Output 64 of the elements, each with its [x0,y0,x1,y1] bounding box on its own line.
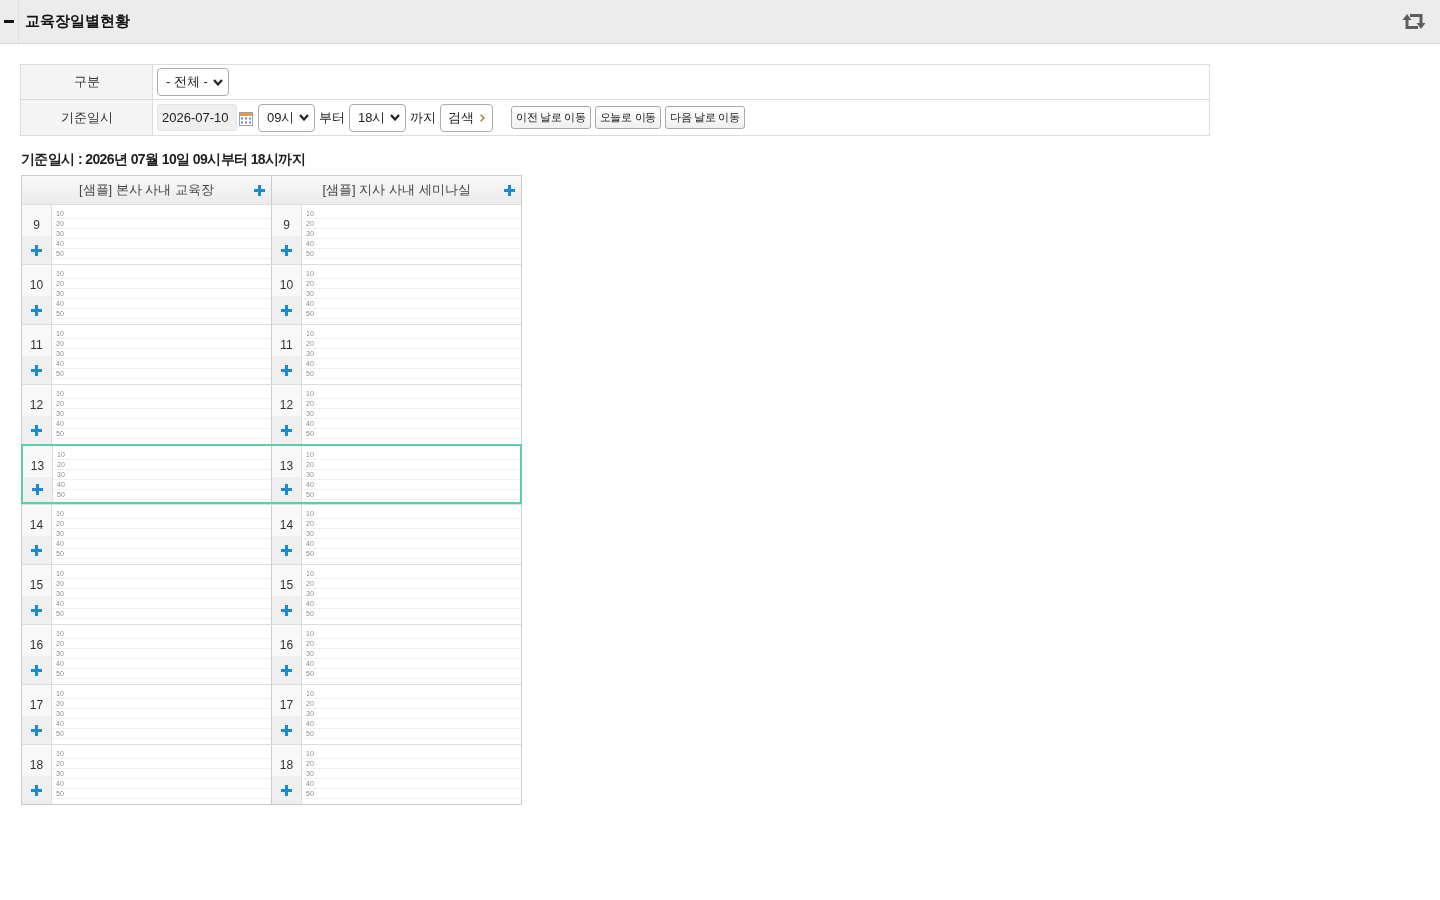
hour-label: 13 [30,458,45,475]
plus-icon[interactable] [31,784,42,796]
caret-icon [299,114,309,121]
caret-icon [390,114,400,121]
chevron-right-icon [480,113,485,122]
search-button[interactable]: 검색 [440,103,493,132]
plus-icon[interactable] [31,664,42,676]
plus-icon[interactable] [31,304,42,316]
room-name: [샘플] 지사 사내 세미나실 [321,181,472,200]
hour-label: 15 [279,577,294,594]
refresh-icon[interactable] [1402,13,1426,30]
hour-label: 18 [29,757,44,774]
hour-label: 15 [29,577,44,594]
date-nav-button[interactable]: 오늘로 이동 [594,106,661,129]
filter-label: 기준일시 [20,99,153,136]
page-title: 교육장일별현황 [25,11,130,32]
category-select[interactable]: - 전체 - [157,68,229,96]
caret-icon [213,78,223,86]
calendar-icon[interactable] [239,111,253,126]
hour-label: 12 [29,397,44,414]
room-name: [샘플] 본사 사내 교육장 [77,181,216,200]
hour-label: 17 [29,697,44,714]
hour-label: 11 [30,337,43,354]
plus-icon[interactable] [281,544,292,556]
plus-icon[interactable] [281,424,292,436]
hour-label: 9 [33,217,40,234]
hour-label: 17 [279,697,294,714]
plus-icon[interactable] [31,364,42,376]
plus-icon[interactable] [281,604,292,616]
date-nav-button[interactable]: 다음 날로 이동 [665,106,745,129]
hour-label: 13 [279,458,294,475]
range-label: 부터 [319,108,345,127]
hour-label: 9 [283,217,290,234]
plus-icon[interactable] [31,244,42,256]
hour-label: 10 [29,277,44,294]
summary-text: 기준일시 : 2026년 07월 10일 09시부터 18시까지 [21,150,306,168]
filter-label: 구분 [20,64,153,100]
plus-icon[interactable] [253,184,265,196]
plus-icon[interactable] [31,544,42,556]
plus-icon[interactable] [281,664,292,676]
plus-icon[interactable] [281,304,292,316]
hour-label: 14 [279,517,294,534]
plus-icon[interactable] [31,424,42,436]
hour-label: 18 [279,757,294,774]
date-nav-button[interactable]: 이전 날로 이동 [511,106,591,129]
range-label: 까지 [410,108,436,127]
plus-icon[interactable] [281,784,292,796]
hour-label: 10 [279,277,294,294]
plus-icon[interactable] [503,184,515,196]
plus-icon[interactable] [32,484,43,495]
date-field[interactable]: 2026-07-10 [157,104,237,131]
plus-icon[interactable] [281,244,292,256]
end-hour-select[interactable]: 18시 [349,103,406,132]
hour-label: 14 [29,517,44,534]
hour-label: 16 [29,637,44,654]
hour-label: 11 [280,337,293,354]
plus-icon[interactable] [281,484,292,495]
plus-icon[interactable] [31,724,42,736]
plus-icon[interactable] [31,604,42,616]
plus-icon[interactable] [281,724,292,736]
hour-label: 12 [279,397,294,414]
hour-label: 16 [279,637,294,654]
plus-icon[interactable] [281,364,292,376]
start-hour-select[interactable]: 09시 [258,103,315,132]
